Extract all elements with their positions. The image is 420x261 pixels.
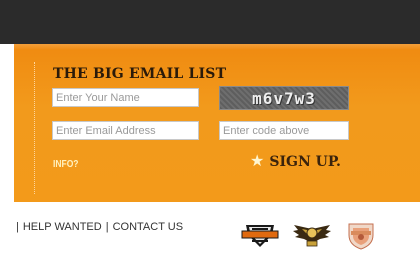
sign-up-button[interactable]: ★ SIGN UP.: [250, 153, 341, 171]
info-link[interactable]: INFO?: [53, 159, 79, 170]
footer-separator: |: [16, 221, 19, 233]
captcha-text: m6v7w3: [252, 88, 316, 108]
harley-davidson-logo[interactable]: [240, 221, 280, 249]
captcha-code-input[interactable]: [219, 121, 349, 140]
shield-badge-logo[interactable]: [344, 221, 378, 251]
email-signup-panel: THE BIG EMAIL LIST m6v7w3 INFO? ★ SIGN U…: [14, 44, 420, 202]
name-input[interactable]: [52, 88, 199, 107]
footer-separator: |: [105, 221, 109, 233]
star-icon: ★: [250, 153, 265, 170]
signup-title: THE BIG EMAIL LIST: [53, 66, 227, 82]
dotted-divider: [34, 62, 35, 194]
captcha-image: m6v7w3: [219, 86, 349, 110]
footer-links: | HELP WANTED | CONTACT US: [16, 221, 183, 233]
email-input[interactable]: [52, 121, 199, 140]
sign-up-label: SIGN UP.: [269, 154, 341, 170]
help-wanted-link[interactable]: HELP WANTED: [23, 221, 102, 233]
top-dark-bar: [0, 0, 420, 44]
eagle-wings-logo[interactable]: [292, 221, 332, 249]
contact-us-link[interactable]: CONTACT US: [113, 221, 184, 233]
